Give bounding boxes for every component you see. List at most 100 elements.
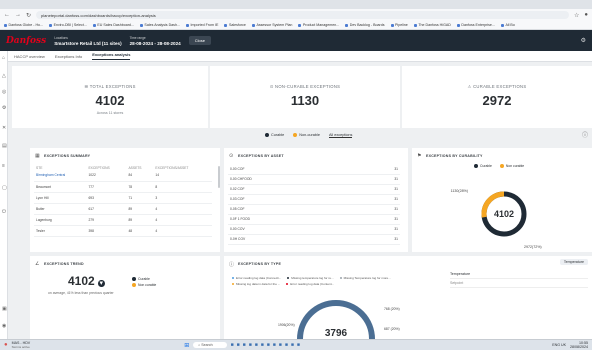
table-cell: 4 (153, 203, 212, 215)
list-icon[interactable]: ≡ (2, 163, 5, 169)
bookmark-item[interactable]: The Danfoss HiGAD (414, 23, 451, 27)
refresh-icon[interactable]: ↻ (26, 12, 31, 19)
panel-title: EXCEPTIONS TREND (44, 262, 84, 266)
clock-icon: ⊙ (229, 153, 234, 159)
bookmark-item[interactable]: Sales Analysis Dash... (140, 23, 180, 27)
time-range-selector[interactable]: Time range 28-08-2024 - 28-08-2024 (130, 36, 181, 46)
chart-icon[interactable]: ▤ (2, 143, 7, 149)
table-cell: 1022 (86, 170, 127, 182)
exceptions-by-asset-panel: ⊙ EXCEPTIONS BY ASSET 0-00 COF 31 0-00 CHF… (224, 148, 408, 252)
asset-table: 0-00 COF 31 0-00 CHFOOD 31 0-02 COF 31 0-03 CO… (228, 164, 400, 245)
list-item[interactable]: 0-02 COF 31 (228, 184, 400, 195)
close-button[interactable]: Close (188, 36, 211, 45)
list-item[interactable]: 0-05 COF 31 (228, 204, 400, 215)
curable-dot (265, 133, 269, 137)
table-cell: 279 (86, 214, 127, 226)
list-item[interactable]: 0-00 COV 31 (228, 224, 400, 235)
bookmark-item[interactable]: Danfoss Globe - Ho... (4, 23, 44, 27)
table-cell: 617 (86, 203, 127, 215)
type-sidebar: Temperature Setpoint (450, 270, 588, 288)
app-header: Danfoss Locations Smartstore Retail Ltd … (0, 30, 592, 51)
panel-title: EXCEPTIONS SUMMARY (44, 154, 91, 158)
location-selector[interactable]: Locations Smartstore Retail Ltd (11 site… (54, 36, 121, 46)
table-row[interactable]: Birmingham Central 1022 84 14 (34, 170, 212, 182)
back-icon[interactable]: ← (4, 12, 10, 18)
table-row[interactable]: Lagenburg 279 89 4 (34, 214, 212, 226)
scrollbar[interactable] (218, 166, 220, 188)
bookmark-item[interactable]: All Bo (501, 23, 514, 27)
user-icon[interactable]: ◉ (2, 323, 6, 329)
table-row[interactable]: Butler 617 89 4 (34, 203, 212, 215)
curability-donut: 4102 1130(28%) 2972(72%) (451, 189, 542, 249)
taskbar-search[interactable]: ⌕ Search (193, 342, 227, 348)
bookmark-item[interactable]: Enviro-DBI | Select... (49, 23, 87, 27)
table-row[interactable]: Beaumont 777 78 8 (34, 181, 212, 193)
kpi-value: 4102 (95, 93, 125, 108)
star-icon[interactable]: ☆ (574, 12, 579, 19)
list-item[interactable]: 0-00 COF 31 (228, 164, 400, 175)
type-label: 1906(20%) (278, 323, 295, 327)
tools-icon[interactable]: ✕ (2, 125, 6, 131)
printer-icon[interactable]: ▣ (2, 306, 7, 312)
bookmark-item[interactable]: EU Sales Dashboard... (93, 23, 134, 27)
asset-name: 0-00 COV (228, 224, 361, 235)
asset-count: 31 (360, 204, 400, 215)
power-icon[interactable]: ⏻ (2, 209, 6, 215)
globe-icon[interactable]: ◎ (2, 89, 6, 95)
url-field[interactable]: planeteportal.danfoss.com/dashboards/hac… (36, 11, 569, 19)
type-sidebar-row[interactable]: Setpoint (450, 279, 588, 288)
asset-count: 31 (360, 214, 400, 225)
browser-tab-strip[interactable] (0, 0, 592, 9)
bookmark-item[interactable]: Assessor System Plan (252, 23, 292, 27)
table-row[interactable]: Tesler 398 48 4 (34, 225, 212, 237)
bookmark-item[interactable]: Imported From IE (186, 23, 218, 27)
exceptions-trend-panel: ∠ EXCEPTIONS TREND 4102 ▾ on average, 41… (30, 256, 220, 339)
info-icon[interactable]: ⓘ (582, 130, 588, 139)
type-filter-tag[interactable]: Temperature (559, 259, 588, 265)
exceptions-by-curability-panel: ⚑ EXCEPTIONS BY CURABILITY Curable Non c… (412, 148, 592, 252)
bookmark-item[interactable]: Dev Backlog - Boards (345, 23, 385, 27)
weather-widget[interactable]: MAS - HDV Storms active (12, 341, 31, 349)
language-indicator[interactable]: ENG UK (552, 343, 566, 347)
forward-icon[interactable]: → (15, 12, 21, 18)
table-cell: 71 (126, 192, 154, 204)
type-label: 687 (20%) (384, 327, 400, 331)
windows-taskbar: ● MAS - HDV Storms active ⊞ ⌕ Search ■■■■… (0, 339, 592, 350)
asset-name: 0-03 COF (228, 194, 361, 205)
taskbar-app-icons[interactable]: ■■■■■■■■■■■■ (231, 342, 303, 348)
bookmark-item[interactable]: Salesforce (224, 23, 246, 27)
filter-all[interactable]: All exceptions (328, 133, 353, 138)
table-cell: 4 (153, 214, 212, 226)
bookmark-item[interactable]: Pipeline (391, 23, 408, 27)
table-row[interactable]: Lyon Hill 693 71 3 (34, 192, 212, 204)
list-item[interactable]: 0-0H COV 31 (228, 234, 400, 245)
table-cell: Birmingham Central (34, 170, 87, 182)
tab-exceptions-info[interactable]: Exceptions Info (55, 54, 82, 59)
type-sidebar-row[interactable]: Temperature (450, 270, 588, 279)
bookmark-item[interactable]: Danfoss Enterprise... (457, 23, 495, 27)
filter-non-curable[interactable]: Non-curable (293, 133, 320, 137)
settings-icon[interactable]: ⚙ (2, 105, 6, 111)
table-cell: 693 (86, 192, 127, 204)
table-cell: 48 (126, 225, 154, 237)
table-cell: 4 (153, 225, 212, 237)
list-item[interactable]: 0-0F 1 FOOD 31 (228, 214, 400, 225)
tab-haccp-overview[interactable]: HACCP overview (14, 54, 45, 59)
windows-start-icon[interactable]: ⊞ (184, 342, 189, 349)
clock[interactable]: 10:55 28/08/2024 (570, 341, 588, 349)
profile-icon[interactable]: ● (584, 12, 588, 18)
exceptions-summary-panel: ▦ EXCEPTIONS SUMMARY STE EXCEPTIONS ASSE… (30, 148, 220, 252)
kpi-non-curable-exceptions: ⊙ NON-CURABLE EXCEPTIONS 1130 (210, 66, 400, 128)
device-icon[interactable]: ▢ (2, 185, 7, 191)
table-cell: Tesler (34, 225, 87, 237)
alarm-icon[interactable]: △ (2, 73, 6, 79)
home-icon[interactable]: ⌂ (2, 55, 5, 61)
bookmark-item[interactable]: Product Managemen... (298, 23, 339, 27)
tab-exceptions-analysis[interactable]: Exceptions analysis (92, 52, 131, 60)
gear-icon[interactable]: ⚙ (581, 37, 586, 44)
table-cell: 78 (126, 181, 154, 193)
table-cell: 89 (126, 214, 154, 226)
list-item[interactable]: 0-00 CHFOOD 31 (228, 174, 400, 185)
list-item[interactable]: 0-03 COF 31 (228, 194, 400, 205)
filter-curable[interactable]: Curable (265, 133, 284, 137)
